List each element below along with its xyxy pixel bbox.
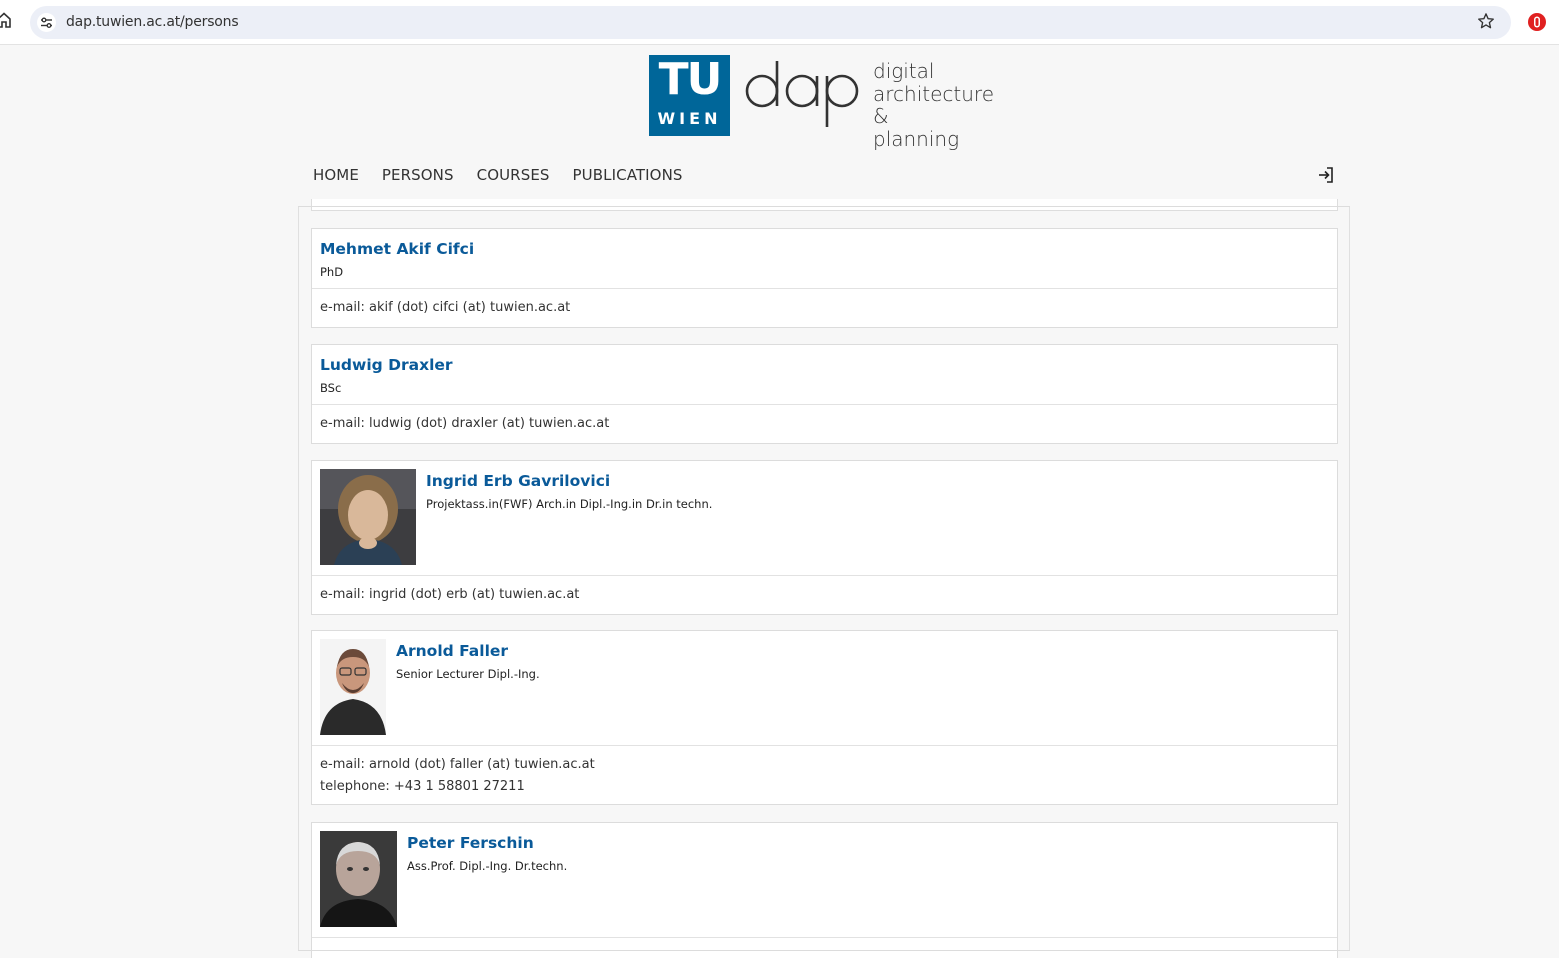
person-title: PhD <box>320 265 344 279</box>
address-bar[interactable]: dap.tuwien.ac.at/persons <box>30 6 1511 39</box>
person-name-link[interactable]: Arnold Faller <box>396 642 508 660</box>
person-telephone: telephone: +43 1 58801 27211 <box>320 779 525 794</box>
main-nav: HOME PERSONS COURSES PUBLICATIONS <box>313 166 706 184</box>
site-logo[interactable]: TU WIEN digital architecture & planning <box>649 55 1009 150</box>
tu-wien-logo: TU WIEN <box>649 55 730 136</box>
person-contact: e-mail: arnold (dot) faller (at) tuwien.… <box>312 746 1337 804</box>
bookmark-star-icon[interactable] <box>1477 12 1497 32</box>
person-contact: e-mail: akif (dot) cifci (at) tuwien.ac.… <box>312 289 1337 327</box>
previous-card-edge <box>311 199 1338 211</box>
person-card-header: Peter Ferschin Ass.Prof. Dipl.-Ing. Dr.t… <box>312 823 1337 938</box>
site-settings-icon[interactable] <box>37 13 56 32</box>
person-title: BSc <box>320 381 342 395</box>
dap-logo-mark <box>743 57 863 137</box>
person-title: Senior Lecturer Dipl.-Ing. <box>396 667 540 681</box>
person-name-link[interactable]: Ludwig Draxler <box>320 356 453 374</box>
person-card: Mehmet Akif Cifci PhD e-mail: akif (dot)… <box>311 228 1338 328</box>
nav-publications[interactable]: PUBLICATIONS <box>573 166 683 184</box>
person-photo[interactable] <box>320 639 386 735</box>
person-email: e-mail: akif (dot) cifci (at) tuwien.ac.… <box>320 300 571 315</box>
person-card: Peter Ferschin Ass.Prof. Dipl.-Ing. Dr.t… <box>311 822 1338 958</box>
person-photo[interactable] <box>320 469 416 565</box>
tagline: digital architecture & planning <box>873 59 995 151</box>
person-card-header: Ingrid Erb Gavrilovici Projektass.in(FWF… <box>312 461 1337 576</box>
person-name-link[interactable]: Mehmet Akif Cifci <box>320 240 474 258</box>
person-contact: e-mail: ludwig (dot) draxler (at) tuwien… <box>312 405 1337 443</box>
content-top-divider <box>298 206 1350 207</box>
person-email: e-mail: arnold (dot) faller (at) tuwien.… <box>320 757 595 772</box>
nav-persons[interactable]: PERSONS <box>382 166 454 184</box>
person-title: Ass.Prof. Dipl.-Ing. Dr.techn. <box>407 859 568 873</box>
person-card: Ingrid Erb Gavrilovici Projektass.in(FWF… <box>311 460 1338 615</box>
person-card-header: Ludwig Draxler BSc <box>312 345 1337 405</box>
person-photo[interactable] <box>320 831 397 927</box>
person-name-link[interactable]: Peter Ferschin <box>407 834 534 852</box>
person-card-header: Arnold Faller Senior Lecturer Dipl.-Ing. <box>312 631 1337 746</box>
content-bottom-divider <box>298 950 1350 951</box>
browser-toolbar: dap.tuwien.ac.at/persons <box>0 0 1559 45</box>
person-email: e-mail: ingrid (dot) erb (at) tuwien.ac.… <box>320 587 580 602</box>
person-name-link[interactable]: Ingrid Erb Gavrilovici <box>426 472 610 490</box>
adblock-extension-icon[interactable] <box>1527 12 1547 32</box>
person-contact: e-mail: ingrid (dot) erb (at) tuwien.ac.… <box>312 576 1337 614</box>
url-text[interactable]: dap.tuwien.ac.at/persons <box>66 14 239 30</box>
login-icon[interactable] <box>1317 166 1335 184</box>
nav-home[interactable]: HOME <box>313 166 359 184</box>
home-icon[interactable] <box>0 12 13 32</box>
nav-courses[interactable]: COURSES <box>477 166 550 184</box>
person-title: Projektass.in(FWF) Arch.in Dipl.-Ing.in … <box>426 497 713 511</box>
person-card: Arnold Faller Senior Lecturer Dipl.-Ing.… <box>311 630 1338 805</box>
person-email: e-mail: ludwig (dot) draxler (at) tuwien… <box>320 416 610 431</box>
person-card: Ludwig Draxler BSc e-mail: ludwig (dot) … <box>311 344 1338 444</box>
person-card-header: Mehmet Akif Cifci PhD <box>312 229 1337 289</box>
